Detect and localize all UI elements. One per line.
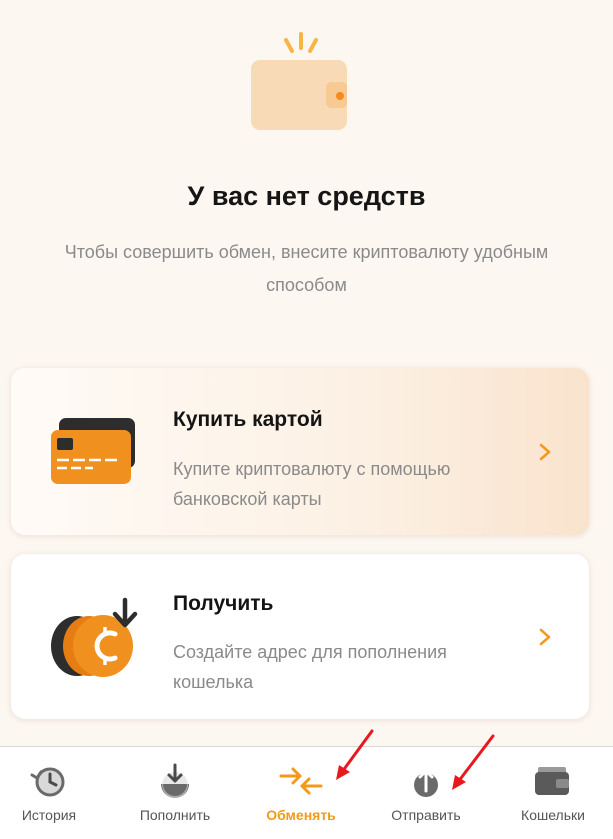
nav-item-deposit[interactable]: Пополнить: [126, 747, 224, 839]
coin-receive-icon: [51, 597, 138, 677]
exchange-icon: [279, 767, 323, 795]
nav-label: Обменять: [266, 807, 336, 823]
nav-item-send[interactable]: Отправить: [377, 747, 475, 839]
buy-with-card-card[interactable]: Купить картой Купите криптовалюту с помо…: [11, 368, 589, 535]
nav-label: Кошельки: [521, 807, 585, 823]
empty-state-subtitle: Чтобы совершить обмен, внесите криптовал…: [64, 242, 549, 295]
deposit-icon: [161, 763, 189, 798]
bank-card-icon: [51, 418, 135, 484]
nav-item-wallets[interactable]: Кошельки: [502, 747, 604, 839]
nav-item-history[interactable]: История: [0, 747, 98, 839]
card-description: Создайте адрес для пополнения кошелька: [173, 642, 447, 692]
nav-label: История: [21, 807, 77, 823]
nav-label: Отправить: [391, 807, 461, 823]
card-title: Получить: [173, 592, 274, 615]
send-icon: [414, 769, 438, 797]
empty-state-title: У вас нет средств: [187, 181, 426, 211]
history-icon: [30, 767, 65, 797]
bottom-navigation: История Пополнить Обменять Отправить Кош…: [0, 746, 613, 839]
card-description: Купите криптовалюту с помощью банковской…: [173, 459, 451, 509]
nav-item-exchange[interactable]: Обменять: [252, 747, 350, 839]
nav-label: Пополнить: [139, 807, 211, 823]
empty-wallet-illustration: [251, 32, 347, 130]
chevron-right-icon: [539, 443, 551, 461]
card-title: Купить картой: [173, 408, 323, 431]
chevron-right-icon: [539, 628, 551, 646]
wallet-icon: [535, 767, 569, 795]
receive-card[interactable]: Получить Создайте адрес для пополнения к…: [11, 554, 589, 719]
